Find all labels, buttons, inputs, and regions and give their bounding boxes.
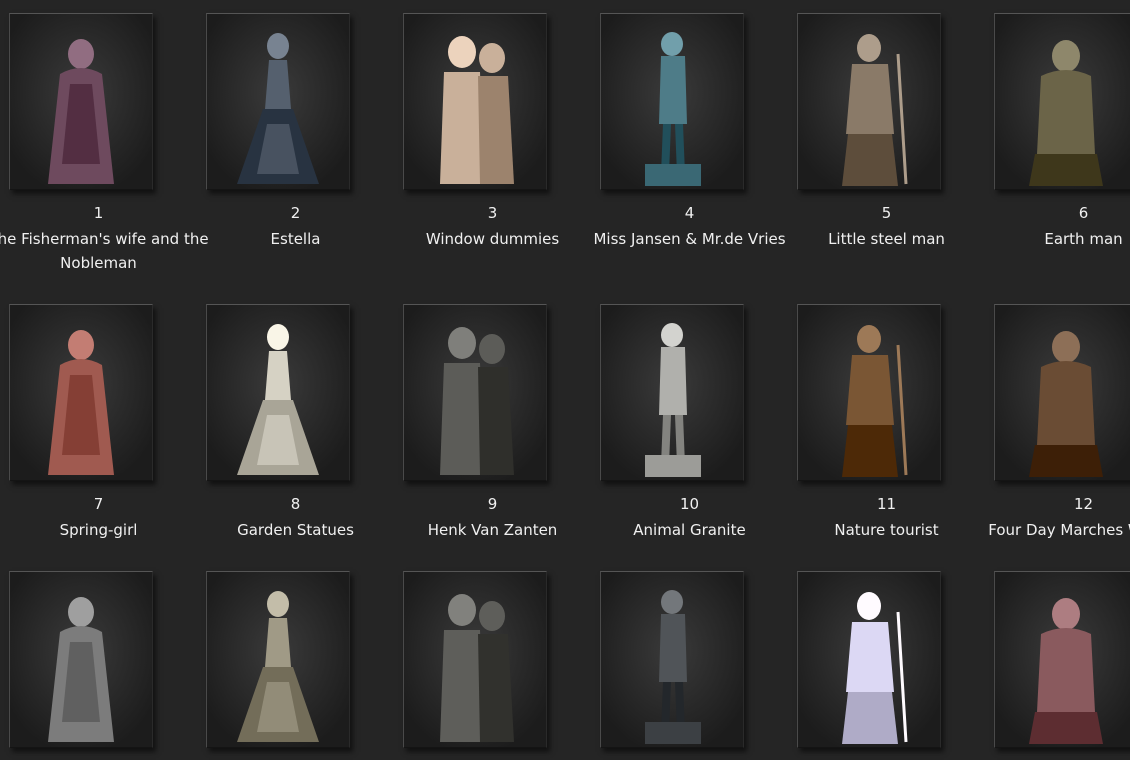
item-number: 12 xyxy=(1073,495,1094,513)
thumbnail-shrine-madonna-statue[interactable] xyxy=(994,571,1130,748)
thumbnail-ice-queen-statue[interactable] xyxy=(797,571,941,748)
item-title[interactable]: Earth man xyxy=(955,227,1130,251)
item-number: 5 xyxy=(881,204,892,222)
thumbnail-window-dummy-figure[interactable] xyxy=(403,13,547,190)
thumbnail-estella-statue[interactable] xyxy=(206,13,350,190)
item-title[interactable]: Four Day Marches Walker xyxy=(955,518,1130,542)
item-number: 8 xyxy=(290,495,301,513)
item-number: 10 xyxy=(679,495,700,513)
thumbnail-nature-tourist-statue[interactable] xyxy=(797,304,941,481)
thumbnail-carriage-statue[interactable] xyxy=(9,571,153,748)
thumbnail-four-day-marches-statue[interactable] xyxy=(994,304,1130,481)
thumbnail-earth-man-statue[interactable] xyxy=(994,13,1130,190)
thumbnail-jansen-de-vries-statue[interactable] xyxy=(600,13,744,190)
thumbnail-garden-statue[interactable] xyxy=(206,304,350,481)
item-number: 4 xyxy=(684,204,695,222)
item-number: 7 xyxy=(93,495,104,513)
item-number: 2 xyxy=(290,204,301,222)
thumbnail-seated-man-with-dove-statue[interactable] xyxy=(206,571,350,748)
thumbnail-musketeer-statue[interactable] xyxy=(600,571,744,748)
thumbnail-spring-girl-statue[interactable] xyxy=(9,304,153,481)
item-number: 11 xyxy=(876,495,897,513)
thumbnail-animal-granite-statues[interactable] xyxy=(600,304,744,481)
thumbnail-steel-man-statues[interactable] xyxy=(797,13,941,190)
thumbnail-woman-with-egg-statue[interactable] xyxy=(403,571,547,748)
thumbnail-henk-van-zanten-statue[interactable] xyxy=(403,304,547,481)
item-number: 6 xyxy=(1078,204,1089,222)
item-number: 1 xyxy=(93,204,104,222)
thumbnail-fisherman-wife-nobleman-statue[interactable] xyxy=(9,13,153,190)
item-number: 3 xyxy=(487,204,498,222)
item-number: 9 xyxy=(487,495,498,513)
